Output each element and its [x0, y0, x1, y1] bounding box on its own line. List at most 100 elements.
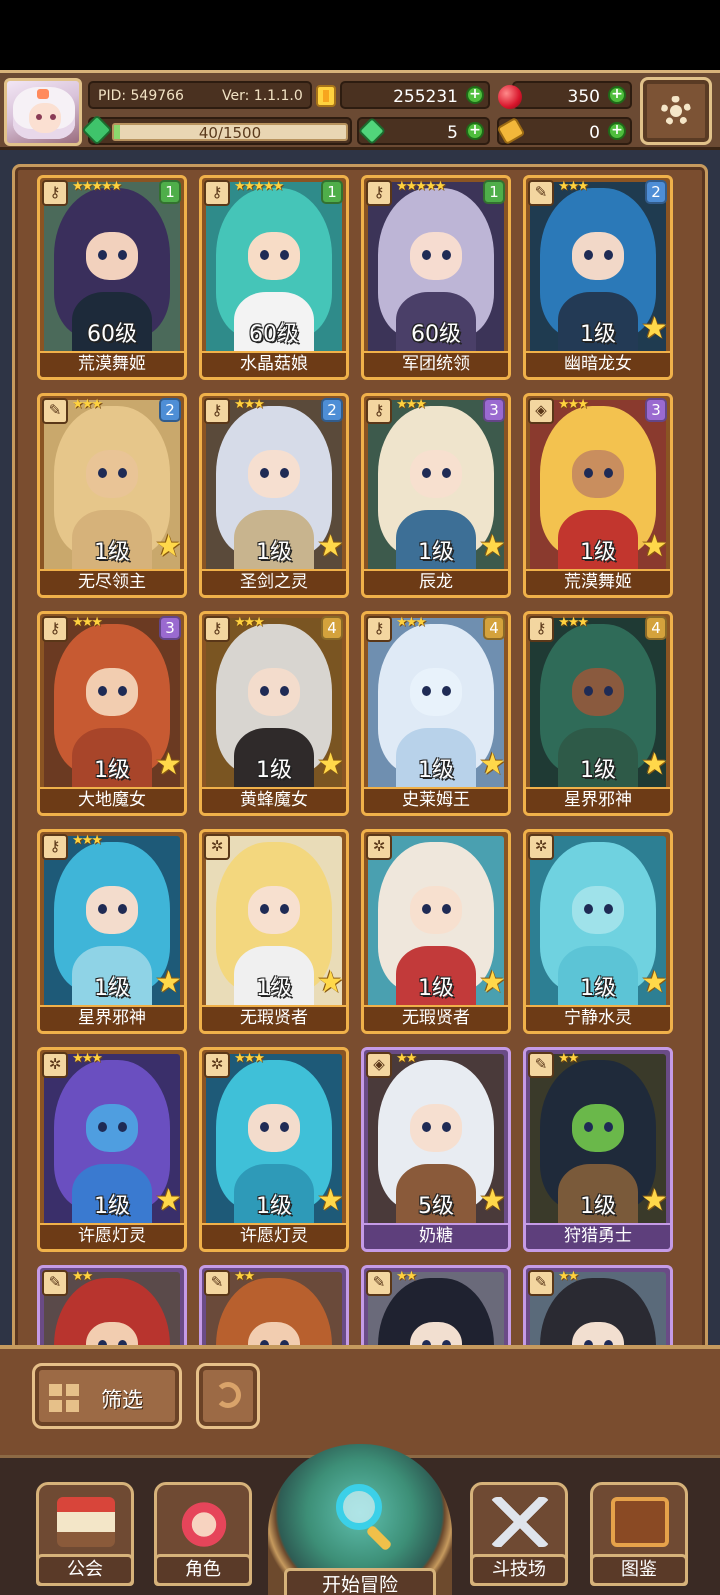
character-card[interactable]: ✲ 1级 ★ 宁静水灵 — [523, 829, 673, 1034]
gem-amount: 350 — [567, 87, 600, 107]
star-rating: ★★★ — [72, 1051, 103, 1066]
character-card[interactable]: ⚷ ★★★★★ 1 60级 水晶菇娘 — [199, 175, 349, 380]
bottom-panel: 筛选 公会 角色 开始冒险 斗技场 图鉴 — [0, 1345, 720, 1595]
star-rating: ★★★ — [72, 833, 103, 848]
character-name: 幽暗龙女 — [526, 351, 670, 377]
magnifier-handle — [365, 1524, 393, 1552]
star-rating: ★★ — [234, 1269, 255, 1284]
nav-codex[interactable]: 图鉴 — [590, 1482, 688, 1586]
compass-icon: ✲ — [528, 834, 554, 860]
star-rating: ★★★★★ — [72, 179, 122, 194]
refresh-button[interactable] — [196, 1363, 260, 1429]
star-upgrade-icon: ★ — [155, 747, 182, 782]
character-card[interactable]: ✎ ★★★ 2 1级 ★ 无尽领主 — [37, 393, 187, 598]
portrait-eye — [442, 1122, 451, 1132]
clover-amount: 5 — [447, 123, 458, 143]
key-icon: ⚷ — [528, 616, 554, 642]
character-card[interactable]: ✲ 1级 ★ 无瑕贤者 — [199, 829, 349, 1034]
refresh-icon — [215, 1382, 241, 1408]
portrait-eye — [260, 250, 269, 260]
star-rating: ★★★ — [234, 615, 265, 630]
star-rating: ★★★ — [234, 397, 265, 412]
star-upgrade-icon: ★ — [641, 311, 668, 346]
star-upgrade-icon: ★ — [317, 1183, 344, 1218]
character-card[interactable]: ⚷ ★★★ 4 1级 ★ 星界邪神 — [523, 611, 673, 816]
character-card[interactable]: ✎ ★★ — [523, 1265, 673, 1345]
character-card[interactable]: ✎ ★★ — [37, 1265, 187, 1345]
character-card[interactable]: ✲ ★★★ 1级 ★ 许愿灯灵 — [37, 1047, 187, 1252]
red-gem-icon — [498, 85, 522, 109]
add-gem-icon[interactable]: + — [608, 86, 626, 104]
portrait-eye — [584, 250, 593, 260]
portrait-eye — [118, 904, 127, 914]
portrait-face — [86, 886, 138, 934]
character-card[interactable]: ⚷ ★★★★★ 1 60级 荒漠舞姬 — [37, 175, 187, 380]
character-card[interactable]: ⚷ ★★★ 1级 ★ 星界邪神 — [37, 829, 187, 1034]
portrait-face — [410, 450, 462, 498]
portrait-eye — [584, 1122, 593, 1132]
portrait-eye — [604, 904, 613, 914]
add-clover-icon[interactable]: + — [466, 122, 484, 140]
portrait-eye — [604, 1122, 613, 1132]
portrait-eye — [280, 468, 289, 478]
nav-characters[interactable]: 角色 — [154, 1482, 252, 1586]
character-name: 荒漠舞姬 — [526, 569, 670, 595]
character-card[interactable]: ⚷ ★★★★★ 1 60级 军团统领 — [361, 175, 511, 380]
character-name: 无瑕贤者 — [202, 1005, 346, 1031]
crossed-swords-icon — [491, 1497, 549, 1547]
character-card[interactable]: ⚷ ★★★ 4 1级 ★ 史莱姆王 — [361, 611, 511, 816]
portrait-face — [572, 886, 624, 934]
add-ticket-icon[interactable]: + — [608, 122, 626, 140]
character-card[interactable]: ⚷ ★★★ 2 1级 ★ 圣剑之灵 — [199, 393, 349, 598]
character-card[interactable]: ✲ 1级 ★ 无瑕贤者 — [361, 829, 511, 1034]
portrait-eye — [604, 686, 613, 696]
portrait-face — [410, 668, 462, 716]
portrait-eye — [118, 250, 127, 260]
nav-arena[interactable]: 斗技场 — [470, 1482, 568, 1586]
portrait-eye — [584, 686, 593, 696]
character-name: 许愿灯灵 — [40, 1223, 184, 1249]
portrait-eye — [584, 468, 593, 478]
portrait-face — [86, 450, 138, 498]
portrait-eye — [260, 686, 269, 696]
character-card[interactable]: ✎ ★★ — [199, 1265, 349, 1345]
portrait-eye — [442, 468, 451, 478]
portrait-eye — [260, 468, 269, 478]
settings-button[interactable] — [640, 77, 712, 145]
compass-icon: ✲ — [204, 834, 230, 860]
character-card[interactable]: ⚷ ★★★ 3 1级 ★ 大地魔女 — [37, 611, 187, 816]
portrait-face — [248, 232, 300, 280]
player-header: PID: 549766 Ver: 1.1.1.0 255231 + 350 + … — [0, 70, 720, 150]
character-card[interactable]: ✎ ★★★ 2 1级 ★ 幽暗龙女 — [523, 175, 673, 380]
star-upgrade-icon: ★ — [479, 1183, 506, 1218]
character-grid[interactable]: ⚷ ★★★★★ 1 60级 荒漠舞姬 ⚷ ★★★★★ 1 60级 水晶菇娘 ⚷ ★★★★★ 1 60级 军团… — [12, 164, 708, 1345]
feather-icon: ✎ — [204, 1270, 230, 1296]
player-avatar[interactable] — [4, 78, 82, 146]
character-card[interactable]: ✎ ★★ — [361, 1265, 511, 1345]
character-card[interactable]: ◈ ★★ 5级 ★ 奶糖 — [361, 1047, 511, 1252]
character-card[interactable]: ✎ ★★ 1级 ★ 狩猎勇士 — [523, 1047, 673, 1252]
rank-badge: 1 — [321, 180, 343, 204]
character-level: 60级 — [249, 322, 299, 347]
character-card[interactable]: ✲ ★★★ 1级 ★ 许愿灯灵 — [199, 1047, 349, 1252]
portrait-face — [248, 1104, 300, 1152]
character-card[interactable]: ◈ ★★★ 3 1级 ★ 荒漠舞姬 — [523, 393, 673, 598]
rank-badge: 3 — [645, 398, 667, 422]
portrait-face — [86, 1104, 138, 1152]
character-card[interactable]: ⚷ ★★★ 3 1级 ★ 辰龙 — [361, 393, 511, 598]
nav-guild[interactable]: 公会 — [36, 1482, 134, 1586]
character-name: 水晶菇娘 — [202, 351, 346, 377]
character-card[interactable]: ⚷ ★★★ 4 1级 ★ 黄蜂魔女 — [199, 611, 349, 816]
avatar-eye — [50, 114, 56, 120]
add-gold-icon[interactable]: + — [466, 86, 484, 104]
character-name: 宁静水灵 — [526, 1005, 670, 1031]
portrait-face — [86, 668, 138, 716]
nav-start-adventure[interactable]: 开始冒险 — [268, 1444, 452, 1595]
star-rating: ★★ — [558, 1051, 579, 1066]
gold-panel: 255231 + — [340, 81, 490, 109]
filter-button[interactable]: 筛选 — [32, 1363, 182, 1429]
character-name: 辰龙 — [364, 569, 508, 595]
feather-icon: ✎ — [366, 1270, 392, 1296]
star-rating: ★★★ — [72, 397, 103, 412]
compass-icon: ✲ — [366, 834, 392, 860]
